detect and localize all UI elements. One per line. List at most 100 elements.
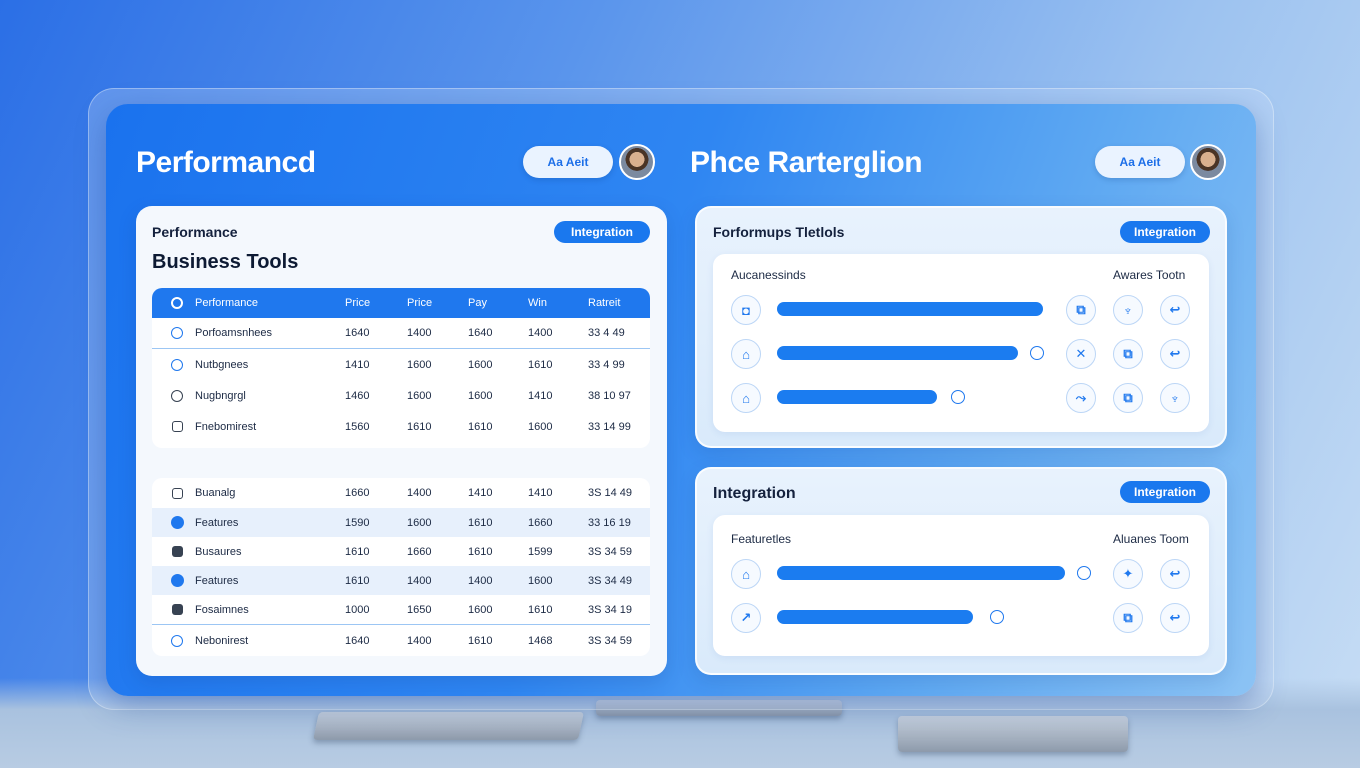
table-header: Performance Price Price Pay Win Ratreit: [152, 288, 650, 318]
table-cell: 1650: [407, 603, 432, 616]
lock-icon[interactable]: ⌂: [731, 383, 761, 413]
table-cell: 33 4 49: [588, 327, 625, 339]
image-icon[interactable]: ⧉: [1113, 383, 1143, 413]
table-cell: 1660: [407, 545, 432, 558]
briefcase-icon: [170, 545, 184, 559]
table-cell: 1560: [345, 420, 370, 433]
home-icon[interactable]: ⌂: [731, 339, 761, 369]
home-icon[interactable]: ⌂: [731, 559, 761, 589]
laptop-image: [898, 716, 1128, 752]
table-cell: 1400: [407, 487, 432, 499]
table-cell: 1410: [528, 389, 553, 402]
table-cell: 33 14 99: [588, 420, 631, 433]
avatar[interactable]: [1190, 144, 1226, 180]
image-icon[interactable]: ⧉: [1113, 603, 1143, 633]
table-cell: 1600: [528, 574, 553, 587]
card-label: Forformups Tletlols: [713, 224, 845, 240]
column-header[interactable]: Ratreit: [588, 297, 620, 309]
table-cell: 3S 34 59: [588, 634, 633, 647]
header-icon: [170, 296, 184, 310]
progress-bar: [777, 610, 973, 624]
reply-icon[interactable]: ↩: [1160, 339, 1190, 369]
row-name: Nebonirest: [195, 634, 249, 647]
reply-icon[interactable]: ↩: [1160, 559, 1190, 589]
integration-badge[interactable]: Integration: [1120, 221, 1210, 243]
image-icon[interactable]: ⧉: [1113, 339, 1143, 369]
audio-icon[interactable]: ♆: [1113, 295, 1143, 325]
table-cell: 1610: [345, 574, 370, 587]
reply-icon[interactable]: ↩: [1160, 295, 1190, 325]
account-button[interactable]: Aa Aeit: [523, 146, 613, 178]
table-row[interactable]: Nutbgnees 1410 1600 1600 1610 33 4 99: [152, 349, 650, 380]
column-header[interactable]: Price: [345, 297, 370, 309]
table-cell: 1610: [345, 545, 370, 558]
table-cell: 1610: [468, 545, 493, 558]
status-dot-icon: [1030, 346, 1044, 360]
column-header[interactable]: Win: [528, 297, 547, 309]
table-cell: 1410: [528, 487, 553, 499]
table-cell: 1610: [468, 516, 493, 529]
timer-icon: [170, 389, 184, 403]
column-header[interactable]: Price: [407, 297, 432, 309]
connect-icon[interactable]: ✕: [1066, 339, 1096, 369]
table-cell: 1610: [528, 358, 553, 371]
expand-icon[interactable]: ↗: [731, 603, 761, 633]
progress-bar: [777, 566, 1065, 580]
laptop-image: [313, 712, 584, 740]
table-cell: 3S 34 19: [588, 603, 633, 616]
row-name: Fnebomirest: [195, 420, 257, 433]
table-cell: 38 10 97: [588, 389, 631, 402]
table-row[interactable]: Features 1610 1400 1400 1600 3S 34 49: [152, 566, 650, 595]
card-heading: Business Tools: [152, 251, 299, 273]
table-cell: 1600: [528, 420, 553, 433]
reply-icon[interactable]: ↩: [1160, 603, 1190, 633]
image-icon[interactable]: ⧉: [1066, 295, 1096, 325]
table-cell: 1660: [528, 516, 553, 529]
table-cell: 3S 14 49: [588, 487, 633, 499]
document-icon: [170, 420, 184, 434]
feature-icon: [170, 516, 184, 530]
table-cell: 1660: [345, 487, 370, 499]
table-row[interactable]: Buanalg 1660 1400 1410 1410 3S 14 49: [152, 478, 650, 508]
avatar[interactable]: [619, 144, 655, 180]
table-row[interactable]: Nugbngrgl 1460 1600 1600 1410 38 10 97: [152, 380, 650, 411]
card-label: Integration: [713, 485, 796, 502]
table-cell: 1590: [345, 516, 370, 529]
share-icon[interactable]: ⤳: [1066, 383, 1096, 413]
table-cell: 1410: [468, 487, 493, 499]
table-cell: 1610: [528, 603, 553, 616]
column-header[interactable]: Performance: [195, 297, 258, 309]
table-cell: 1410: [345, 358, 370, 371]
table-cell: 1400: [407, 327, 432, 339]
table-row[interactable]: Busaures 1610 1660 1610 1599 3S 34 59: [152, 537, 650, 566]
progress-bar: [777, 346, 1018, 360]
table-cell: 1600: [407, 516, 432, 529]
table-cell: 1610: [468, 420, 493, 433]
camera-icon[interactable]: ◘: [731, 295, 761, 325]
integration-badge[interactable]: Integration: [1120, 481, 1210, 503]
table-cell: 1640: [468, 327, 493, 339]
account-button[interactable]: Aa Aeit: [1095, 146, 1185, 178]
table-cell: 1460: [345, 389, 370, 402]
table-row[interactable]: Features 1590 1600 1610 1660 33 16 19: [152, 508, 650, 537]
column-header[interactable]: Pay: [468, 297, 487, 309]
table-cell: 3S 34 59: [588, 545, 633, 558]
table-row[interactable]: Fosaimnes 1000 1650 1600 1610 3S 34 19: [152, 595, 650, 625]
table-cell: 1640: [345, 327, 370, 339]
card-label: Performance: [152, 224, 238, 240]
table-cell: 1640: [345, 634, 370, 647]
progress-bar: [777, 390, 937, 404]
add-icon: [170, 574, 184, 588]
progress-bar: [777, 302, 1043, 316]
table-cell: 1000: [345, 603, 370, 616]
audio-icon[interactable]: ♆: [1160, 383, 1190, 413]
table-cell: 3S 34 49: [588, 574, 633, 587]
integration-badge[interactable]: Integration: [554, 221, 650, 243]
status-dot-icon: [951, 390, 965, 404]
table-cell: 1600: [468, 389, 493, 402]
sparkle-icon[interactable]: ✦: [1113, 559, 1143, 589]
table-row[interactable]: Porfoamsnhees 1640 1400 1640 1400 33 4 4…: [152, 318, 650, 349]
row-name: Busaures: [195, 545, 242, 558]
table-row[interactable]: Fnebomirest 1560 1610 1610 1600 33 14 99: [152, 411, 650, 442]
table-row[interactable]: Nebonirest 1640 1400 1610 1468 3S 34 59: [152, 625, 650, 656]
